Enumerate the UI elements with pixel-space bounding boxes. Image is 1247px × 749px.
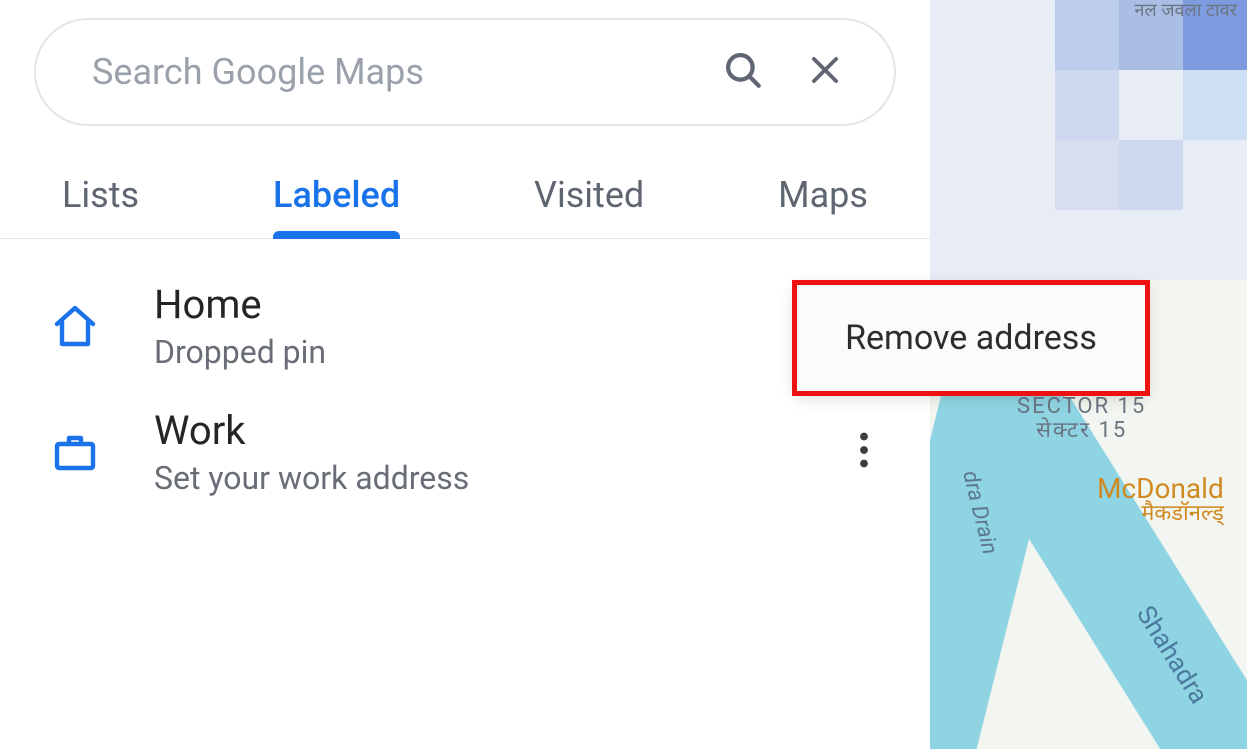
places-sidebar: Lists Labeled Visited Maps Home Dropped … — [0, 0, 930, 749]
search-button[interactable] — [708, 37, 778, 107]
search-icon — [722, 49, 764, 95]
labeled-item-home-title: Home — [154, 281, 888, 329]
home-icon — [46, 297, 104, 355]
map-label-partial: नल जवला टावर — [1135, 0, 1237, 22]
search-input[interactable] — [92, 51, 696, 93]
tab-lists[interactable]: Lists — [62, 174, 139, 238]
map-area-label-sector-en: SECTOR 15 — [1017, 395, 1146, 419]
labeled-item-work-subtitle: Set your work address — [154, 459, 790, 497]
labeled-item-work[interactable]: Work Set your work address — [0, 389, 930, 515]
labeled-item-work-text: Work Set your work address — [154, 407, 790, 497]
map-poi-mcdonalds[interactable]: McDonald मैकडॉनल्ड् — [1097, 475, 1224, 525]
tab-labeled[interactable]: Labeled — [273, 174, 400, 238]
search-container — [0, 0, 930, 126]
map-area-label-sector-hi: सेक्टर 15 — [1017, 419, 1146, 443]
search-bar — [34, 18, 896, 126]
map-poi-mcdonalds-en: McDonald — [1097, 475, 1224, 503]
tab-maps[interactable]: Maps — [778, 174, 868, 238]
briefcase-icon — [46, 423, 104, 481]
labeled-item-work-menu-button[interactable] — [840, 428, 888, 476]
more-vertical-icon — [859, 432, 869, 472]
labeled-item-home-text: Home Dropped pin — [154, 281, 888, 371]
map-pixelated-region — [927, 0, 1247, 280]
close-icon — [806, 51, 844, 93]
map-area-label-sector: SECTOR 15 सेक्टर 15 — [1017, 395, 1146, 443]
places-tabs: Lists Labeled Visited Maps — [0, 174, 930, 239]
map-poi-mcdonalds-hi: मैकडॉनल्ड् — [1097, 503, 1224, 525]
context-menu: Remove address — [796, 284, 1146, 392]
labeled-item-home-subtitle: Dropped pin — [154, 333, 888, 371]
labeled-item-home[interactable]: Home Dropped pin — [0, 263, 930, 389]
clear-search-button[interactable] — [790, 37, 860, 107]
labeled-places-list: Home Dropped pin Work Set your work addr… — [0, 239, 930, 539]
tab-visited[interactable]: Visited — [534, 174, 644, 238]
labeled-item-work-title: Work — [154, 407, 790, 455]
remove-address-menu-item[interactable]: Remove address — [796, 284, 1146, 392]
